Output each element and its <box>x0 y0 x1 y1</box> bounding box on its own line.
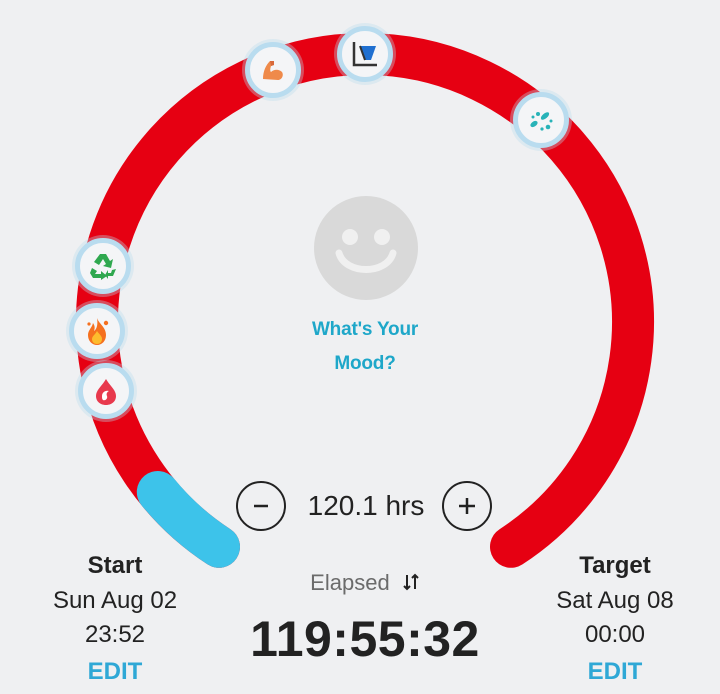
elapsed-label-row: Elapsed <box>270 570 460 597</box>
goal-hours-control: 120.1 hrs <box>236 478 496 534</box>
elapsed-time: 119:55:32 <box>250 611 480 667</box>
edit-target-button[interactable]: EDIT <box>520 652 710 692</box>
start-date: Sun Aug 02 <box>52 587 178 614</box>
plus-icon <box>459 498 475 514</box>
start-time: 23:52 <box>84 621 146 648</box>
bacteria-icon[interactable] <box>512 91 569 148</box>
minus-icon <box>254 504 268 508</box>
target-time: 00:00 <box>584 621 646 648</box>
target-label: Target <box>579 552 651 579</box>
mood-button[interactable] <box>313 195 419 301</box>
start-label: Start <box>87 552 143 579</box>
elapsed-label: Elapsed <box>310 570 390 595</box>
decrease-goal-button[interactable] <box>236 481 286 531</box>
progress-ring-elapsed <box>136 471 240 568</box>
mood-prompt-line1: What's Your <box>311 319 419 340</box>
increase-goal-button[interactable] <box>442 481 492 531</box>
edit-start-button[interactable]: EDIT <box>20 652 210 692</box>
recycle-icon[interactable] <box>74 238 131 295</box>
mood-prompt-line2: Mood? <box>334 353 396 374</box>
swap-arrows-icon[interactable] <box>402 571 420 597</box>
target-date: Sat Aug 08 <box>556 587 674 614</box>
target-section: Target Sat Aug 08 00:00 EDIT <box>520 548 710 692</box>
goal-hours-value: 120.1 hrs <box>307 490 425 521</box>
mood-prompt[interactable]: What's Your Mood? <box>265 313 465 381</box>
fasting-timer-screen: What's Your Mood? 120.1 hrs Start Sun Au… <box>0 0 720 694</box>
autophagy-chart-icon[interactable] <box>337 26 393 82</box>
start-section: Start Sun Aug 02 23:52 EDIT <box>20 548 210 692</box>
smiley-face-icon <box>314 196 418 300</box>
